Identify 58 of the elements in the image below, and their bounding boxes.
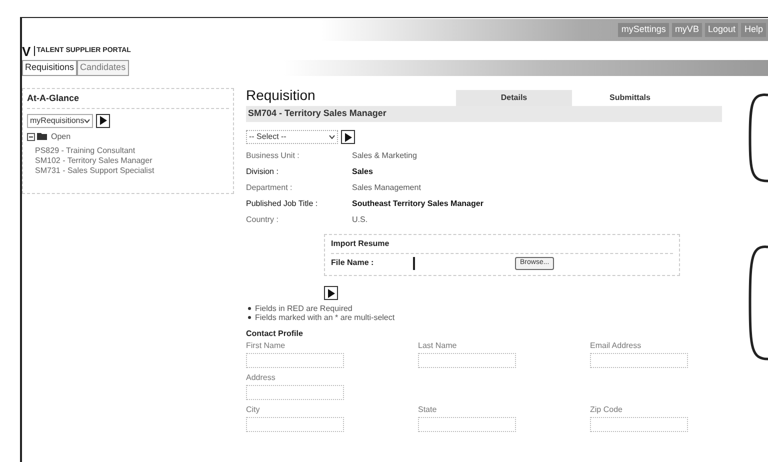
logo: V — [22, 44, 31, 58]
text-field[interactable] — [418, 353, 516, 368]
panel-title: At-A-Glance — [27, 92, 229, 108]
field-label: Department : — [246, 182, 294, 194]
top-link[interactable]: mySettings — [618, 23, 669, 37]
go-button[interactable] — [96, 114, 110, 128]
section-title: Contact Profile — [246, 328, 304, 340]
field-label: Last Name — [418, 340, 458, 352]
top-link[interactable]: Logout — [704, 23, 738, 37]
folder-icon — [37, 132, 49, 141]
field-label: First Name — [246, 340, 286, 352]
note-text: Fields marked with an * are multi-select — [255, 313, 395, 322]
text-field[interactable] — [590, 353, 688, 368]
nav-tab[interactable]: Candidates — [77, 60, 129, 76]
play-icon — [327, 288, 335, 298]
action-dropdown[interactable]: -- Select -- — [246, 130, 338, 144]
nav-tab[interactable]: Requisitions — [22, 60, 78, 76]
bullet-icon — [248, 316, 251, 319]
field-label: Division : — [246, 166, 280, 178]
collapse-icon[interactable] — [27, 132, 35, 140]
field-label: Email Address — [590, 340, 642, 352]
text-field[interactable] — [246, 385, 344, 400]
text-field[interactable] — [418, 417, 516, 432]
field-label: Business Unit : — [246, 150, 300, 162]
page-title: Requisition — [246, 86, 316, 105]
bullet-icon — [248, 307, 251, 310]
field-value: Sales & Marketing — [352, 150, 417, 162]
caret-icon — [329, 135, 335, 139]
text-field[interactable] — [246, 417, 344, 432]
play-icon — [99, 116, 107, 125]
panel-title: Import Resume — [331, 238, 673, 254]
field-value: U.S. — [352, 214, 368, 226]
field-value: Southeast Territory Sales Manager — [352, 198, 484, 210]
text-field[interactable] — [246, 353, 344, 368]
field-value: Sales — [352, 166, 373, 178]
requisition-link[interactable]: SM102 - Territory Sales Manager — [35, 156, 229, 166]
note-text: Fields in RED are Required — [255, 304, 352, 313]
field-label: Zip Code — [590, 404, 624, 416]
requisition-link[interactable]: PS829 - Training Consultant — [35, 146, 229, 156]
go-button[interactable] — [324, 286, 338, 300]
text-field[interactable] — [590, 417, 688, 432]
field-label: Address — [246, 372, 276, 384]
caret-icon — [84, 118, 90, 122]
top-link[interactable]: Help — [741, 23, 766, 37]
tree-item[interactable]: Open — [51, 130, 71, 142]
field-label: Published Job Title : — [246, 198, 319, 210]
requisitions-dropdown[interactable]: myRequisitions — [27, 114, 93, 128]
play-icon — [344, 132, 352, 142]
field-label: City — [246, 404, 261, 416]
section-tab[interactable]: Details — [456, 90, 572, 106]
go-button[interactable] — [341, 130, 355, 144]
field-label: Country : — [246, 214, 280, 226]
subtitle-bar: SM704 - Territory Sales Manager — [246, 106, 722, 122]
top-link[interactable]: myVB — [672, 23, 702, 37]
field-value: Sales Management — [352, 182, 421, 194]
field-label: State — [418, 404, 438, 416]
requisition-link[interactable]: SM731 - Sales Support Specialist — [35, 166, 229, 176]
field-label: File Name : — [331, 257, 375, 269]
